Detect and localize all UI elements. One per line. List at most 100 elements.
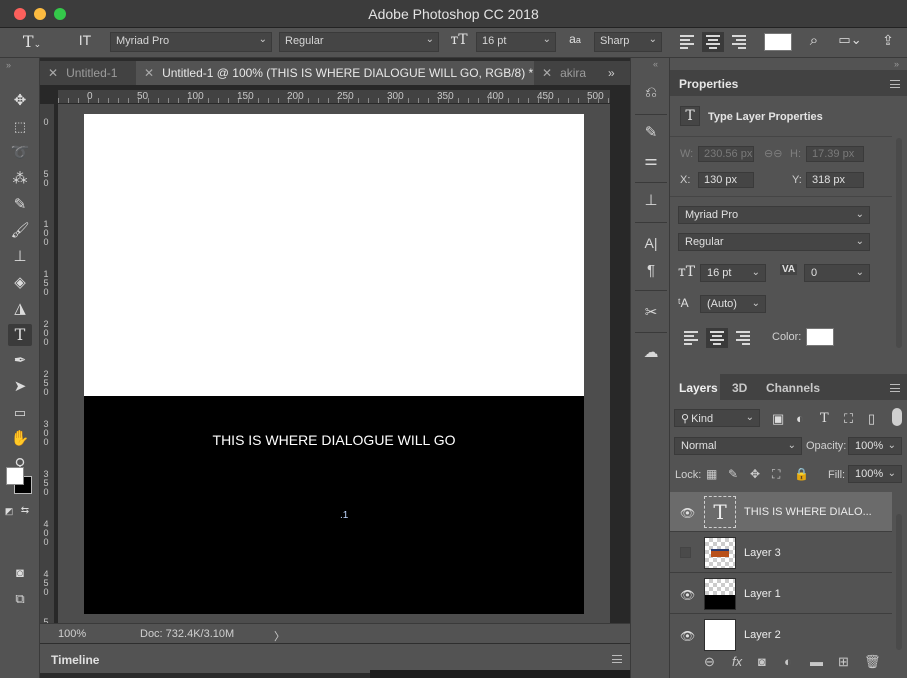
- lock-image-icon[interactable]: ✎: [728, 467, 738, 481]
- properties-color-swatch[interactable]: [806, 328, 834, 346]
- align-center-button[interactable]: [702, 32, 724, 52]
- panel-menu-icon[interactable]: [612, 655, 622, 663]
- status-menu-icon[interactable]: 〉: [274, 628, 285, 644]
- collapse-icon[interactable]: »: [894, 59, 899, 69]
- height-field[interactable]: 17.39 px: [806, 146, 864, 162]
- filter-shape-icon[interactable]: ⛶: [844, 411, 853, 427]
- warp-text-icon[interactable]: ⌕: [804, 32, 824, 52]
- share-icon[interactable]: ⇪: [876, 32, 900, 52]
- text-color-swatch[interactable]: [764, 33, 792, 51]
- width-field[interactable]: 230.56 px: [698, 146, 754, 162]
- collapse-icon[interactable]: «: [653, 59, 658, 69]
- filter-smart-object-icon[interactable]: ▯: [868, 411, 875, 427]
- properties-tracking-dropdown[interactable]: 0 ⌄: [804, 264, 870, 282]
- layer-row-dialogue[interactable]: 👁 T THIS IS WHERE DIALO...: [670, 492, 892, 532]
- panel-menu-icon[interactable]: [890, 384, 900, 392]
- lasso-icon[interactable]: ➰: [8, 142, 32, 164]
- eye-icon[interactable]: 👁: [680, 588, 695, 602]
- clone-source-icon[interactable]: ⊥: [639, 190, 663, 212]
- tab-untitled-1[interactable]: ✕ Untitled-1: [40, 61, 135, 85]
- close-icon[interactable]: ✕: [144, 66, 154, 80]
- path-select-icon[interactable]: ➤: [8, 376, 32, 398]
- tab-channels[interactable]: Channels: [766, 381, 820, 395]
- font-size-dropdown[interactable]: 16 pt ⌄: [476, 32, 556, 52]
- layer-row-layer-2[interactable]: 👁 Layer 2: [670, 615, 892, 654]
- y-field[interactable]: 318 px: [806, 172, 864, 188]
- layer-row-layer-3[interactable]: Layer 3: [670, 533, 892, 573]
- properties-leading-dropdown[interactable]: (Auto) ⌄: [700, 295, 766, 313]
- collapse-icon[interactable]: »: [6, 60, 11, 70]
- align-left-button[interactable]: [676, 32, 698, 52]
- eraser-icon[interactable]: ◈: [8, 272, 32, 294]
- dialogue-text-layer[interactable]: THIS IS WHERE DIALOGUE WILL GO: [84, 432, 584, 448]
- libraries-icon[interactable]: ☁: [639, 342, 663, 364]
- tab-layers[interactable]: Layers: [679, 381, 718, 395]
- font-style-dropdown[interactable]: Regular ⌄: [279, 32, 439, 52]
- tab-untitled-1-active[interactable]: ✕ Untitled-1 @ 100% (THIS IS WHERE DIALOG…: [136, 61, 534, 85]
- zoom-level[interactable]: 100%: [58, 628, 86, 640]
- align-right-button[interactable]: [728, 32, 750, 52]
- magic-wand-icon[interactable]: ⁂: [8, 168, 32, 190]
- canvas-black-area[interactable]: [84, 396, 584, 614]
- hand-icon[interactable]: ✋: [8, 428, 32, 450]
- new-group-icon[interactable]: ▬: [810, 654, 823, 669]
- filter-adjustment-icon[interactable]: ◐: [796, 411, 804, 426]
- layer-row-layer-1[interactable]: 👁 Layer 1: [670, 574, 892, 614]
- lock-all-icon[interactable]: 🔒: [794, 467, 809, 481]
- default-colors-icon[interactable]: ◩: [2, 500, 16, 522]
- new-layer-icon[interactable]: ⊞: [838, 654, 849, 670]
- tab-akira[interactable]: ✕ akira: [534, 61, 604, 85]
- close-icon[interactable]: ✕: [48, 66, 58, 80]
- properties-title[interactable]: Properties: [679, 77, 738, 91]
- toggle-text-orientation-icon[interactable]: IT: [74, 32, 96, 52]
- timeline-title[interactable]: Timeline: [51, 653, 99, 667]
- type-icon[interactable]: T: [8, 324, 32, 346]
- add-mask-icon[interactable]: ◙: [758, 654, 766, 669]
- properties-font-family-dropdown[interactable]: Myriad Pro ⌄: [678, 206, 870, 224]
- blend-mode-dropdown[interactable]: Normal ⌄: [674, 437, 802, 455]
- filter-type-icon[interactable]: T: [820, 411, 829, 426]
- lock-transparent-icon[interactable]: ▦: [706, 467, 717, 481]
- layers-scrollbar[interactable]: [896, 514, 902, 650]
- tools-icon[interactable]: ✂: [639, 302, 663, 324]
- stamp-icon[interactable]: ⊥: [8, 246, 32, 268]
- canvas-white-area[interactable]: [84, 114, 584, 396]
- properties-font-style-dropdown[interactable]: Regular ⌄: [678, 233, 870, 251]
- new-adjustment-icon[interactable]: ◐: [784, 654, 792, 669]
- properties-align-right-button[interactable]: [732, 328, 754, 348]
- properties-align-center-button[interactable]: [706, 328, 728, 348]
- paint-bucket-icon[interactable]: ◮: [8, 298, 32, 320]
- paragraph-icon[interactable]: ¶: [639, 260, 663, 282]
- pen-icon[interactable]: ✒: [8, 350, 32, 372]
- fx-icon[interactable]: fx: [732, 654, 742, 669]
- eye-icon[interactable]: 👁: [680, 629, 695, 643]
- font-family-dropdown[interactable]: Myriad Pro ⌄: [110, 32, 272, 52]
- properties-align-left-button[interactable]: [680, 328, 702, 348]
- filter-pixel-icon[interactable]: ▣: [772, 411, 784, 427]
- marquee-icon[interactable]: ⬚: [8, 116, 32, 138]
- opacity-dropdown[interactable]: 100% ⌄: [848, 437, 902, 455]
- properties-size-dropdown[interactable]: 16 pt ⌄: [700, 264, 766, 282]
- lock-position-icon[interactable]: ✥: [750, 467, 760, 481]
- brush-settings-icon[interactable]: ✎: [639, 122, 663, 144]
- lock-artboard-icon[interactable]: ⛶: [772, 467, 780, 482]
- eyedropper-icon[interactable]: ✎: [8, 194, 32, 216]
- x-field[interactable]: 130 px: [698, 172, 754, 188]
- move-icon[interactable]: ✥: [8, 90, 32, 112]
- rectangle-icon[interactable]: ▭: [8, 402, 32, 424]
- eye-icon[interactable]: 👁: [680, 506, 695, 520]
- panel-menu-icon[interactable]: [890, 80, 900, 88]
- visibility-toggle[interactable]: [680, 547, 691, 558]
- anti-alias-dropdown[interactable]: Sharp ⌄: [594, 32, 662, 52]
- character-icon[interactable]: A|: [639, 232, 663, 254]
- foreground-color-swatch[interactable]: [6, 467, 24, 485]
- screen-mode-icon[interactable]: ⧉: [8, 588, 32, 610]
- properties-scrollbar[interactable]: [896, 138, 902, 348]
- history-icon[interactable]: ⎌: [639, 82, 663, 104]
- character-panel-icon[interactable]: ▭⌄: [834, 32, 866, 52]
- link-layers-icon[interactable]: ⊖: [704, 654, 715, 670]
- adjustments-icon[interactable]: ⚌: [639, 150, 663, 172]
- tabs-overflow-icon[interactable]: »: [608, 61, 628, 85]
- quick-mask-icon[interactable]: ◙: [8, 562, 32, 584]
- tab-3d[interactable]: 3D: [732, 381, 747, 395]
